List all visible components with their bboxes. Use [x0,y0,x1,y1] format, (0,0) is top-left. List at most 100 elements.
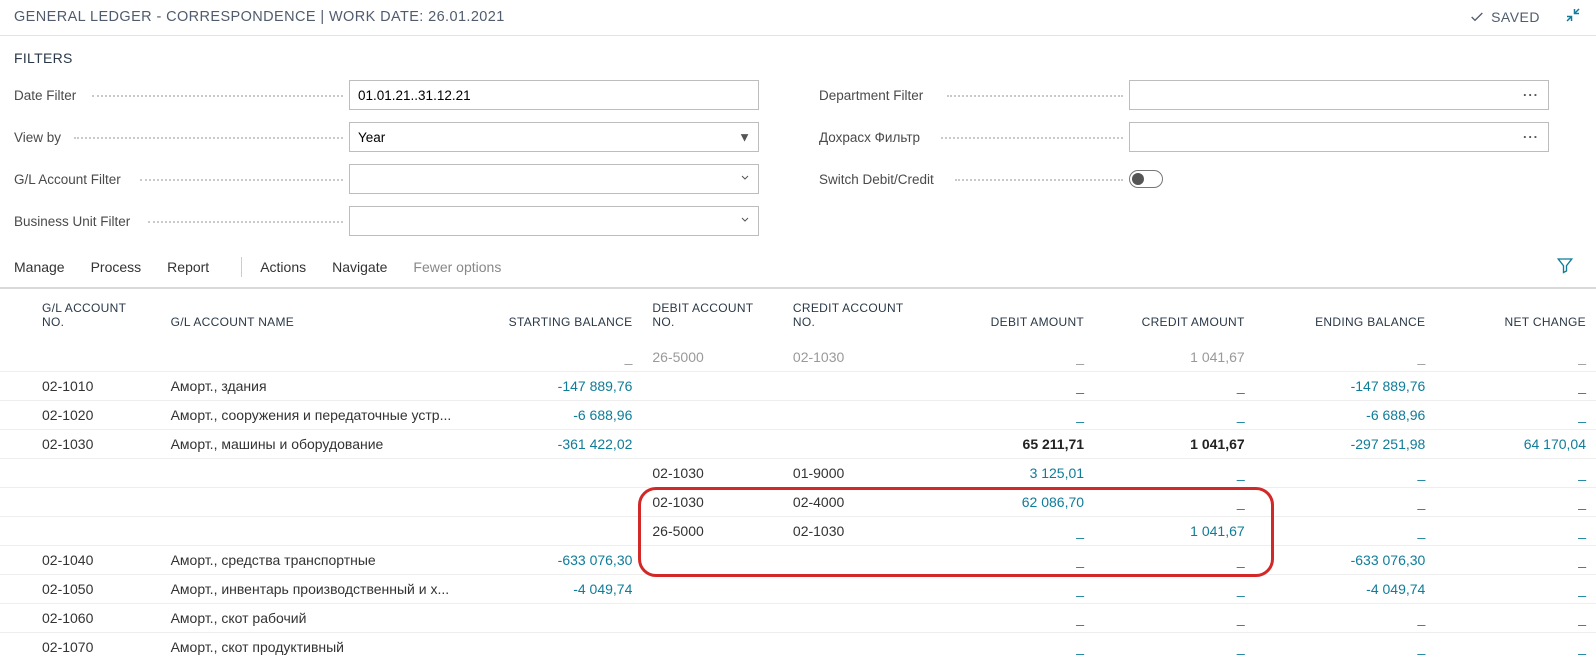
cell-gl-name: Аморт., скот рабочий [161,604,462,633]
cell-debit-amt: _ [933,575,1094,604]
cell-credit-amt: 1 041,67 [1094,343,1255,372]
filters-title: FILTERS [14,50,1582,66]
cell-start: _ [462,343,643,372]
cell-debit-amt: _ [933,604,1094,633]
cell-debit-acc [642,372,783,401]
table-header-row: G/L ACCOUNT NO. G/L ACCOUNT NAME STARTIN… [0,289,1596,343]
cell-gl-name: Аморт., машины и оборудование [161,430,462,459]
filter-icon[interactable] [1556,256,1574,277]
gl-account-filter-input[interactable] [349,164,759,194]
page-title: GENERAL LEDGER - CORRESPONDENCE | WORK D… [14,9,1469,25]
col-gl-no[interactable]: G/L ACCOUNT NO. [0,289,161,343]
cell-start: -361 422,02 [462,430,643,459]
cell-debit-amt: _ [933,372,1094,401]
cell-end: _ [1255,633,1436,662]
check-icon [1469,9,1485,25]
dokhrash-filter-input[interactable] [1129,122,1549,152]
table-row[interactable]: 02-1050Аморт., инвентарь производственны… [0,575,1596,604]
switch-debit-credit-toggle[interactable] [1129,170,1163,188]
cell-gl-no: 02-1050 [0,575,161,604]
cell-gl-name: Аморт., скот продуктивный [161,633,462,662]
cell-end: -4 049,74 [1255,575,1436,604]
cell-debit-acc [642,575,783,604]
cell-end: -6 688,96 [1255,401,1436,430]
cell-debit-amt: _ [933,517,1094,546]
cell-net: _ [1435,575,1596,604]
cell-credit-amt: 1 041,67 [1094,517,1255,546]
table-row[interactable]: 02-103002-400062 086,70___ [0,488,1596,517]
manage-action[interactable]: Manage [14,259,65,275]
table-row[interactable]: 02-103001-90003 125,01___ [0,459,1596,488]
cell-net: _ [1435,517,1596,546]
cell-gl-no: 02-1030 [0,430,161,459]
cell-end: _ [1255,459,1436,488]
cell-end: -297 251,98 [1255,430,1436,459]
ledger-table: G/L ACCOUNT NO. G/L ACCOUNT NAME STARTIN… [0,289,1596,661]
cell-gl-name [161,517,462,546]
col-debit-acc[interactable]: DEBIT ACCOUNT NO. [642,289,783,343]
col-debit-amt[interactable]: DEBIT AMOUNT [933,289,1094,343]
cell-gl-name [161,488,462,517]
cell-credit-amt: _ [1094,575,1255,604]
saved-indicator: SAVED [1469,9,1540,25]
table-row[interactable]: 02-1030Аморт., машины и оборудование-361… [0,430,1596,459]
department-filter-input[interactable] [1129,80,1549,110]
fewer-options-action[interactable]: Fewer options [413,259,501,275]
cell-gl-no: 02-1060 [0,604,161,633]
col-credit-amt[interactable]: CREDIT AMOUNT [1094,289,1255,343]
navigate-action[interactable]: Navigate [332,259,387,275]
report-action[interactable]: Report [167,259,209,275]
col-start-bal[interactable]: STARTING BALANCE [462,289,643,343]
cell-credit-amt: _ [1094,459,1255,488]
cell-debit-acc [642,633,783,662]
cell-debit-amt: _ [933,633,1094,662]
cell-gl-name: Аморт., сооружения и передаточные устр..… [161,401,462,430]
cell-gl-no [0,517,161,546]
collapse-icon[interactable] [1564,6,1582,27]
cell-credit-acc [783,633,934,662]
cell-credit-acc [783,372,934,401]
page-header: GENERAL LEDGER - CORRESPONDENCE | WORK D… [0,0,1596,35]
cell-net: _ [1435,343,1596,372]
action-toolbar: Manage Process Report Actions Navigate F… [0,246,1596,289]
cell-debit-amt: 65 211,71 [933,430,1094,459]
cell-debit-acc [642,604,783,633]
view-by-select[interactable] [349,122,759,152]
cell-net: _ [1435,459,1596,488]
cell-credit-acc: 02-1030 [783,343,934,372]
actions-action[interactable]: Actions [260,259,306,275]
cell-debit-acc: 02-1030 [642,488,783,517]
col-gl-name[interactable]: G/L ACCOUNT NAME [161,289,462,343]
cell-end: _ [1255,604,1436,633]
table-row[interactable]: 02-1010Аморт., здания-147 889,76__-147 8… [0,372,1596,401]
table-row[interactable]: 02-1040Аморт., средства транспортные-633… [0,546,1596,575]
cell-net: _ [1435,372,1596,401]
business-unit-filter-input[interactable] [349,206,759,236]
gl-account-filter-label: G/L Account Filter [14,172,349,187]
cell-gl-no [0,343,161,372]
date-filter-input[interactable] [349,80,759,110]
table-row[interactable]: 02-1020Аморт., сооружения и передаточные… [0,401,1596,430]
cell-debit-amt: _ [933,546,1094,575]
cell-credit-amt: _ [1094,633,1255,662]
department-filter-label: Department Filter [819,88,1129,103]
cell-credit-acc [783,546,934,575]
cell-debit-acc: 02-1030 [642,459,783,488]
business-unit-filter-label: Business Unit Filter [14,214,349,229]
cell-start [462,488,643,517]
cell-credit-amt: 1 041,67 [1094,430,1255,459]
table-row[interactable]: _26-500002-1030_1 041,67__ [0,343,1596,372]
cell-net: 64 170,04 [1435,430,1596,459]
cell-debit-acc: 26-5000 [642,343,783,372]
process-action[interactable]: Process [91,259,142,275]
dokhrash-filter-label: Дохрасх Фильтр [819,130,1129,145]
table-row[interactable]: 02-1060Аморт., скот рабочий____ [0,604,1596,633]
cell-gl-no [0,459,161,488]
col-net[interactable]: NET CHANGE [1435,289,1596,343]
cell-credit-amt: _ [1094,488,1255,517]
table-row[interactable]: 02-1070Аморт., скот продуктивный____ [0,633,1596,662]
table-row[interactable]: 26-500002-1030_1 041,67__ [0,517,1596,546]
col-credit-acc[interactable]: CREDIT ACCOUNT NO. [783,289,934,343]
col-end-bal[interactable]: ENDING BALANCE [1255,289,1436,343]
cell-end: _ [1255,517,1436,546]
